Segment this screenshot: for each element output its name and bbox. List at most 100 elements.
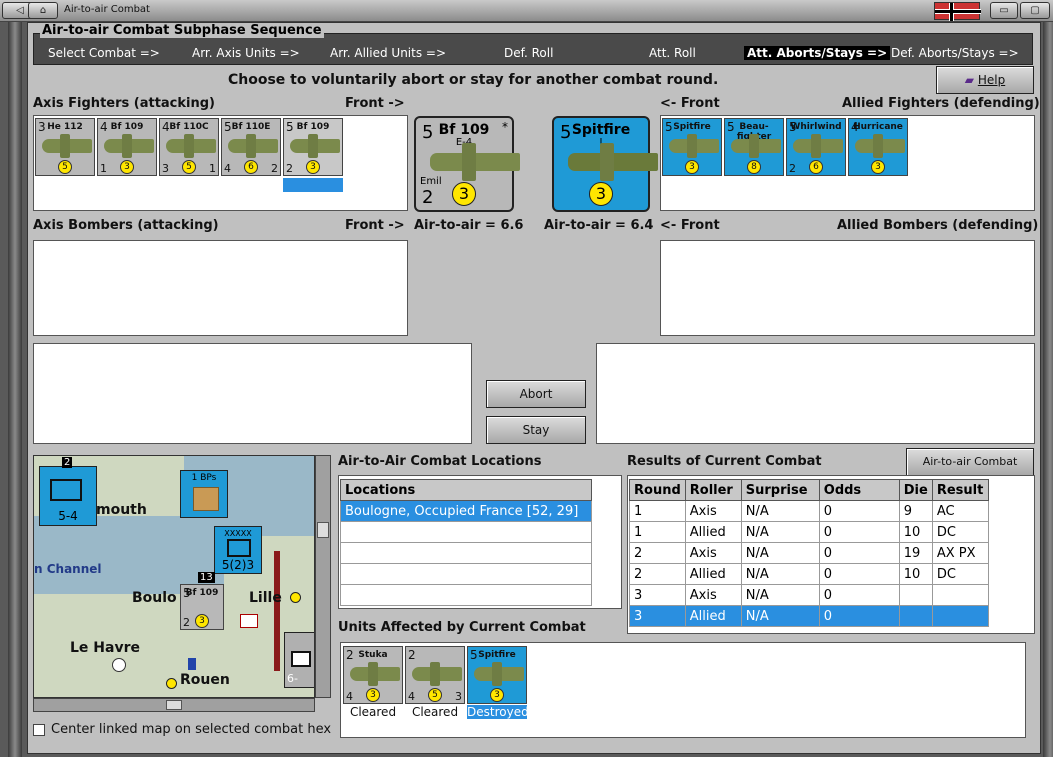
axis-fighter-bl: 3: [162, 162, 169, 175]
map-hscrollbar[interactable]: [33, 698, 315, 712]
location-empty-row: [340, 563, 592, 585]
results-cell: N/A: [740, 584, 820, 606]
allied-fighter-counter[interactable]: 4 Hurricane 3: [848, 118, 908, 176]
abort-button[interactable]: Abort: [486, 380, 586, 408]
results-header: Result: [931, 479, 989, 501]
allied-selected-dot: 3: [589, 182, 613, 206]
stay-button[interactable]: Stay: [486, 416, 586, 444]
map-vscrollbar[interactable]: [315, 455, 331, 698]
allied-fighter-name: Whirlwind: [790, 122, 842, 132]
restore-icon[interactable]: ▭: [990, 2, 1018, 19]
affected-unit-counter[interactable]: 5 Spitfire 3: [467, 646, 527, 704]
location-row[interactable]: Boulogne, Occupied France [52, 29]: [340, 500, 592, 522]
axis-fighter-counter[interactable]: 5 Bf 110E 4 2 6: [221, 118, 281, 176]
results-cell: N/A: [740, 605, 820, 627]
right-border: [1043, 22, 1053, 757]
a2a-chart-button[interactable]: Air-to-air Combat Chart: [906, 448, 1034, 494]
axis-army-counter[interactable]: 6-: [284, 632, 314, 688]
results-row[interactable]: 3 Allied N/A 0: [629, 605, 989, 627]
axis-selected-dot: 3: [452, 182, 476, 206]
allied-a2a-value: Air-to-air = 6.4: [544, 218, 654, 233]
results-row[interactable]: 2 Axis N/A 0 19 AX PX: [629, 542, 989, 564]
allied-selected-counter[interactable]: 5 Spitfire I 3: [552, 116, 658, 212]
results-row[interactable]: 2 Allied N/A 0 10 DC: [629, 563, 989, 585]
results-cell: N/A: [740, 500, 820, 522]
results-cell: [931, 584, 989, 606]
help-button[interactable]: ▰ Help: [936, 66, 1034, 94]
axis-fighters-title: Axis Fighters (attacking): [33, 96, 215, 111]
axis-fighter-counter[interactable]: 4 Bf 109 1 3: [97, 118, 157, 176]
results-cell: Allied: [684, 521, 742, 543]
results-cell: 1: [629, 500, 686, 522]
results-row[interactable]: 1 Axis N/A 0 9 AC: [629, 500, 989, 522]
seq-step-axis: Arr. Axis Units =>: [192, 46, 300, 60]
axis-selected-counter[interactable]: 5 Bf 109 E-4 * Emil 2 3: [414, 116, 520, 212]
axis-selected-range: 2: [422, 187, 434, 208]
affected-unit-counter[interactable]: 2 Stuka 4 3: [343, 646, 403, 704]
rail-line: [274, 551, 280, 671]
allied-fighter-dot: 6: [809, 160, 823, 174]
allied-army-counter[interactable]: 5-4: [39, 466, 97, 526]
axis-fighter-counter[interactable]: 5 Bf 109 2 3: [283, 118, 343, 176]
affected-status: Cleared: [411, 705, 459, 719]
city-lille-icon: [290, 592, 301, 603]
allied-selected-name: Spitfire: [571, 122, 631, 138]
center-map-checkbox[interactable]: [33, 724, 45, 736]
results-cell: AX PX: [931, 542, 989, 564]
affected-unit-name: Stuka: [358, 650, 388, 660]
axis-fighter-bl: 1: [100, 162, 107, 175]
affected-unit-name: Spitfire: [478, 650, 516, 660]
map-fighter-counter[interactable]: 5 Bf 109 2 3: [180, 584, 224, 630]
results-row[interactable]: 3 Axis N/A 0: [629, 584, 989, 606]
axis-fighter-counter[interactable]: 3 He 112 5: [35, 118, 95, 176]
results-header: Surprise: [740, 479, 820, 501]
results-cell: Axis: [684, 542, 742, 564]
locations-title: Air-to-Air Combat Locations: [338, 454, 542, 469]
axis-fighter-name: He 112: [47, 122, 83, 132]
axis-fighter-dot: 5: [182, 160, 196, 174]
map-hscroll-thumb[interactable]: [166, 700, 182, 710]
bps-counter[interactable]: 1 BPs: [180, 470, 228, 518]
axis-bombers-title: Axis Bombers (attacking): [33, 218, 219, 233]
mini-map[interactable]: 5-4 2 1 BPs XXXXX 5(2)3 13 5 Bf 109 2 3 …: [33, 455, 315, 698]
seq-step-allied: Arr. Allied Units =>: [330, 46, 447, 60]
supply-crate-icon: [193, 487, 219, 511]
results-cell: Axis: [684, 500, 742, 522]
stack-count-1: 2: [62, 457, 73, 468]
minimize-icon[interactable]: ⌂: [28, 2, 58, 19]
seq-step-select: Select Combat =>: [48, 46, 160, 60]
plane-icon: [731, 134, 781, 158]
axis-fighter-bl: 2: [286, 162, 293, 175]
map-vscroll-thumb[interactable]: [317, 522, 329, 538]
book-icon: ▰: [964, 73, 975, 87]
infantry-icon-3: [291, 651, 311, 667]
affected-unit-dot: 3: [366, 688, 380, 702]
spitfire-plane-icon: [568, 143, 658, 181]
allied-fighter-counter[interactable]: 5Beau-fighter8: [724, 118, 784, 176]
axis-bombers-front: Front ->: [345, 218, 405, 233]
affected-status: Cleared: [349, 705, 397, 719]
corps-counter[interactable]: XXXXX 5(2)3: [214, 526, 262, 574]
axis-selected-name: Bf 109: [438, 122, 490, 138]
stack-count-13: 13: [198, 572, 215, 583]
results-cell: Allied: [684, 605, 742, 627]
allied-fighter-name: Spitfire: [673, 122, 711, 132]
results-row[interactable]: 1 Allied N/A 0 10 DC: [629, 521, 989, 543]
flag-icon: [934, 2, 981, 21]
results-cell: AC: [931, 500, 989, 522]
window-title: Air-to-air Combat: [64, 4, 150, 15]
affected-unit-counter[interactable]: 2 4 35: [405, 646, 465, 704]
prompt-text: Choose to voluntarily abort or stay for …: [228, 72, 719, 88]
factory-icon: [240, 614, 258, 628]
location-empty-row: [340, 521, 592, 543]
results-table: Round Roller Surprise Odds Die Result 1 Axis N/A…: [629, 479, 989, 627]
allied-fighter-counter[interactable]: 5 Spitfire 3: [662, 118, 722, 176]
axis-fighter-name: Bf 110C: [169, 122, 209, 132]
axis-fighter-name: Bf 110E: [231, 122, 271, 132]
allied-fighter-counter[interactable]: 5 Whirlwind 2 6: [786, 118, 846, 176]
map-label-plymouth: mouth: [96, 502, 147, 518]
allied-fighters-title: Allied Fighters (defending): [842, 96, 1040, 111]
close-icon[interactable]: ▢: [1020, 2, 1050, 19]
title-bar: ◁ ⌂ Air-to-air Combat ▭ ▢: [0, 0, 1053, 22]
axis-fighter-counter[interactable]: 4 Bf 110C 3 1 5: [159, 118, 219, 176]
